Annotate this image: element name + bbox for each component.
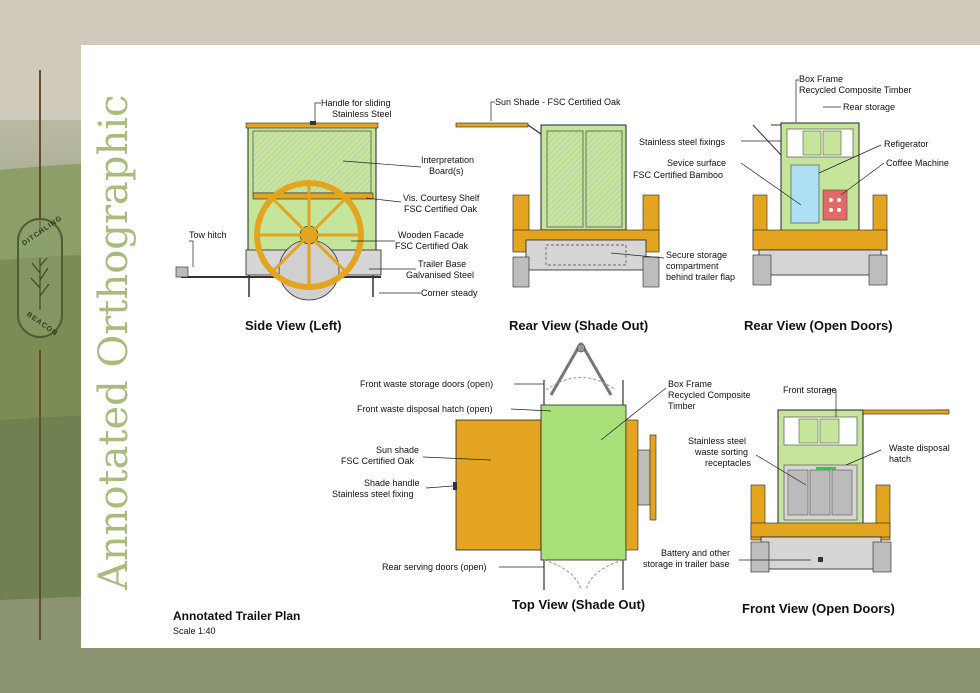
front-storage-label: Front storage xyxy=(783,385,837,395)
ditchling-beacon-badge: DITCHLING BEACON xyxy=(17,215,64,338)
rear-open-view: Box Frame Recycled Composite Timber Rear… xyxy=(633,74,949,333)
top-box-frame-sub: Recycled Composite xyxy=(668,390,751,400)
top-sun-shade-label: Sun shade xyxy=(376,445,419,455)
top-view: Front waste storage doors (open) Front w… xyxy=(332,342,751,612)
orthographic-drawings: Handle for sliding Stainless Steel Inter… xyxy=(173,74,950,636)
rear-service-surface-material: FSC Certified Bamboo xyxy=(633,170,723,180)
side-facade-label: Wooden Facade xyxy=(398,230,464,240)
rear-box-frame-material: Recycled Composite Timber xyxy=(799,85,912,95)
rear-storage-label: Rear storage xyxy=(843,102,895,112)
top-rear-serving-doors-label: Rear serving doors (open) xyxy=(382,562,487,572)
front-sorting-label: Stainless steel xyxy=(688,436,746,446)
rear-shade-view-title: Rear View (Shade Out) xyxy=(509,318,648,333)
side-corner-steady-label: Corner steady xyxy=(421,288,478,298)
rear-shade-view: Sun Shade - FSC Certified Oak Secure sto… xyxy=(455,97,735,333)
side-tow-hitch-label: Tow hitch xyxy=(189,230,227,240)
plan-title: Annotated Trailer Plan xyxy=(173,609,300,623)
side-facade-material: FSC Certified Oak xyxy=(395,241,469,251)
front-view-title: Front View (Open Doors) xyxy=(742,601,895,616)
rear-sunshade-label: Sun Shade - FSC Certified Oak xyxy=(495,97,621,107)
front-sorting-sub1: waste sorting xyxy=(694,447,748,457)
rear-box-frame-label: Box Frame xyxy=(799,74,843,84)
rail-line-bottom xyxy=(39,350,41,640)
drawing-sheet: Annotated Orthographic Handle for slidin… xyxy=(81,45,980,648)
side-shelf-label: Vis. Courtesy Shelf xyxy=(403,193,480,203)
side-handle-material: Stainless Steel xyxy=(332,109,392,119)
coffee-machine-label: Coffee Machine xyxy=(886,158,949,168)
top-view-title: Top View (Shade Out) xyxy=(512,597,645,612)
front-battery-sub: storage in trailer base xyxy=(643,559,730,569)
refrigerator-label: Refigerator xyxy=(884,139,929,149)
front-view: Front storage Stainless steel waste sort… xyxy=(643,385,950,616)
side-view-title: Side View (Left) xyxy=(245,318,342,333)
top-box-frame-sub2: Timber xyxy=(668,401,696,411)
front-waste-hatch-sub: hatch xyxy=(889,454,911,464)
side-interpretation-label: Interpretation xyxy=(421,155,474,165)
top-front-waste-hatch-label: Front waste disposal hatch (open) xyxy=(357,404,493,414)
side-view: Handle for sliding Stainless Steel Inter… xyxy=(175,98,480,333)
plan-scale: Scale 1:40 xyxy=(173,626,216,636)
top-front-waste-doors-label: Front waste storage doors (open) xyxy=(360,379,493,389)
top-shade-handle-material: Stainless steel fixing xyxy=(332,489,414,499)
side-interpretation-sub: Board(s) xyxy=(429,166,464,176)
rear-secure-storage-label: Secure storage xyxy=(666,250,727,260)
rear-open-view-title: Rear View (Open Doors) xyxy=(744,318,893,333)
top-shade-handle-label: Shade handle xyxy=(364,478,420,488)
top-box-frame-label: Box Frame xyxy=(668,379,712,389)
side-handle-label: Handle for sliding xyxy=(321,98,391,108)
left-rail xyxy=(0,45,80,650)
side-base-label: Trailer Base xyxy=(418,259,466,269)
rear-fixings-label: Stainless steel fixings xyxy=(639,137,726,147)
top-sun-shade-material: FSC Certified Oak xyxy=(341,456,415,466)
rail-line-top xyxy=(39,70,41,235)
rear-service-surface-label: Sevice surface xyxy=(667,158,726,168)
side-shelf-material: FSC Certified Oak xyxy=(404,204,478,214)
side-base-material: Galvanised Steel xyxy=(406,270,474,280)
front-waste-hatch-label: Waste disposal xyxy=(889,443,950,453)
front-battery-label: Battery and other xyxy=(661,548,730,558)
rear-secure-storage-sub1: compartment xyxy=(666,261,719,271)
front-sorting-sub2: receptacles xyxy=(705,458,752,468)
rear-secure-storage-sub2: behind trailer flap xyxy=(666,272,735,282)
